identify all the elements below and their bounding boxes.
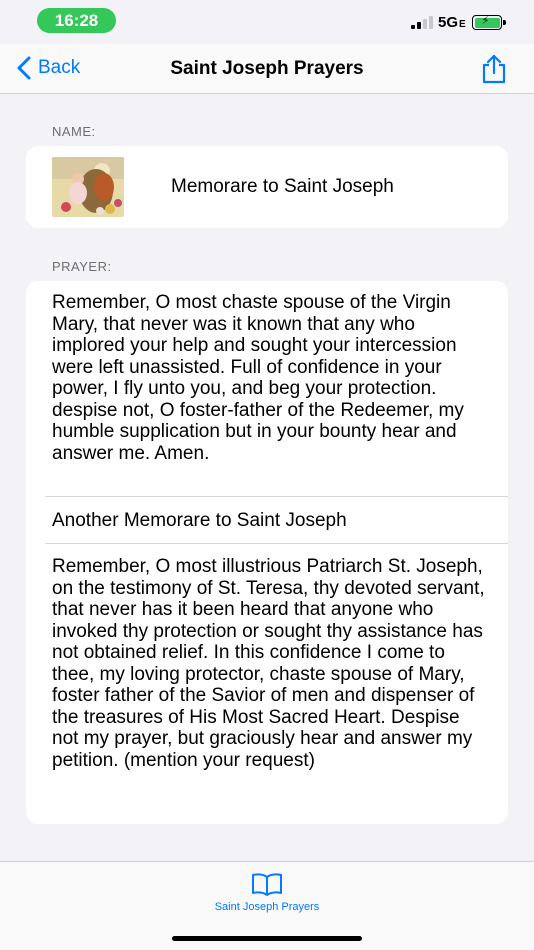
- divider: [45, 496, 508, 497]
- network-suffix: E: [459, 19, 466, 30]
- first-prayer-cell: Remember, O most chaste spouse of the Vi…: [26, 292, 508, 464]
- tab-saint-joseph-prayers[interactable]: Saint Joseph Prayers: [0, 872, 534, 913]
- cellular-signal-icon: [411, 15, 433, 29]
- page-title: Saint Joseph Prayers: [170, 58, 364, 79]
- status-time: 16:28: [37, 8, 116, 33]
- second-prayer-cell: Remember, O most illustrious Patriarch S…: [26, 556, 508, 771]
- battery-icon: [472, 14, 506, 30]
- second-prayer-title: Another Memorare to Saint Joseph: [52, 510, 347, 531]
- share-icon[interactable]: [480, 54, 508, 84]
- home-indicator[interactable]: [172, 936, 362, 941]
- divider: [45, 543, 508, 544]
- first-prayer-text: Remember, O most chaste spouse of the Vi…: [52, 292, 464, 464]
- tab-label: Saint Joseph Prayers: [214, 901, 320, 913]
- navigation-bar: Back Saint Joseph Prayers: [0, 44, 534, 94]
- prayer-section-label: PRAYER:: [52, 259, 112, 274]
- saint-joseph-image: [52, 157, 124, 217]
- second-prayer-title-cell: Another Memorare to Saint Joseph: [26, 510, 508, 532]
- second-prayer-text: Remember, O most illustrious Patriarch S…: [52, 556, 485, 771]
- book-icon: [252, 873, 282, 896]
- network-label: 5G: [438, 14, 459, 31]
- name-section-label: NAME:: [52, 124, 96, 139]
- network-type: 5GE: [438, 14, 466, 31]
- prayer-text-card: Remember, O most chaste spouse of the Vi…: [26, 281, 508, 824]
- status-bar: 16:28 5GE: [0, 0, 534, 44]
- prayer-name-cell[interactable]: Memorare to Saint Joseph: [26, 146, 508, 228]
- prayer-name: Memorare to Saint Joseph: [171, 176, 394, 197]
